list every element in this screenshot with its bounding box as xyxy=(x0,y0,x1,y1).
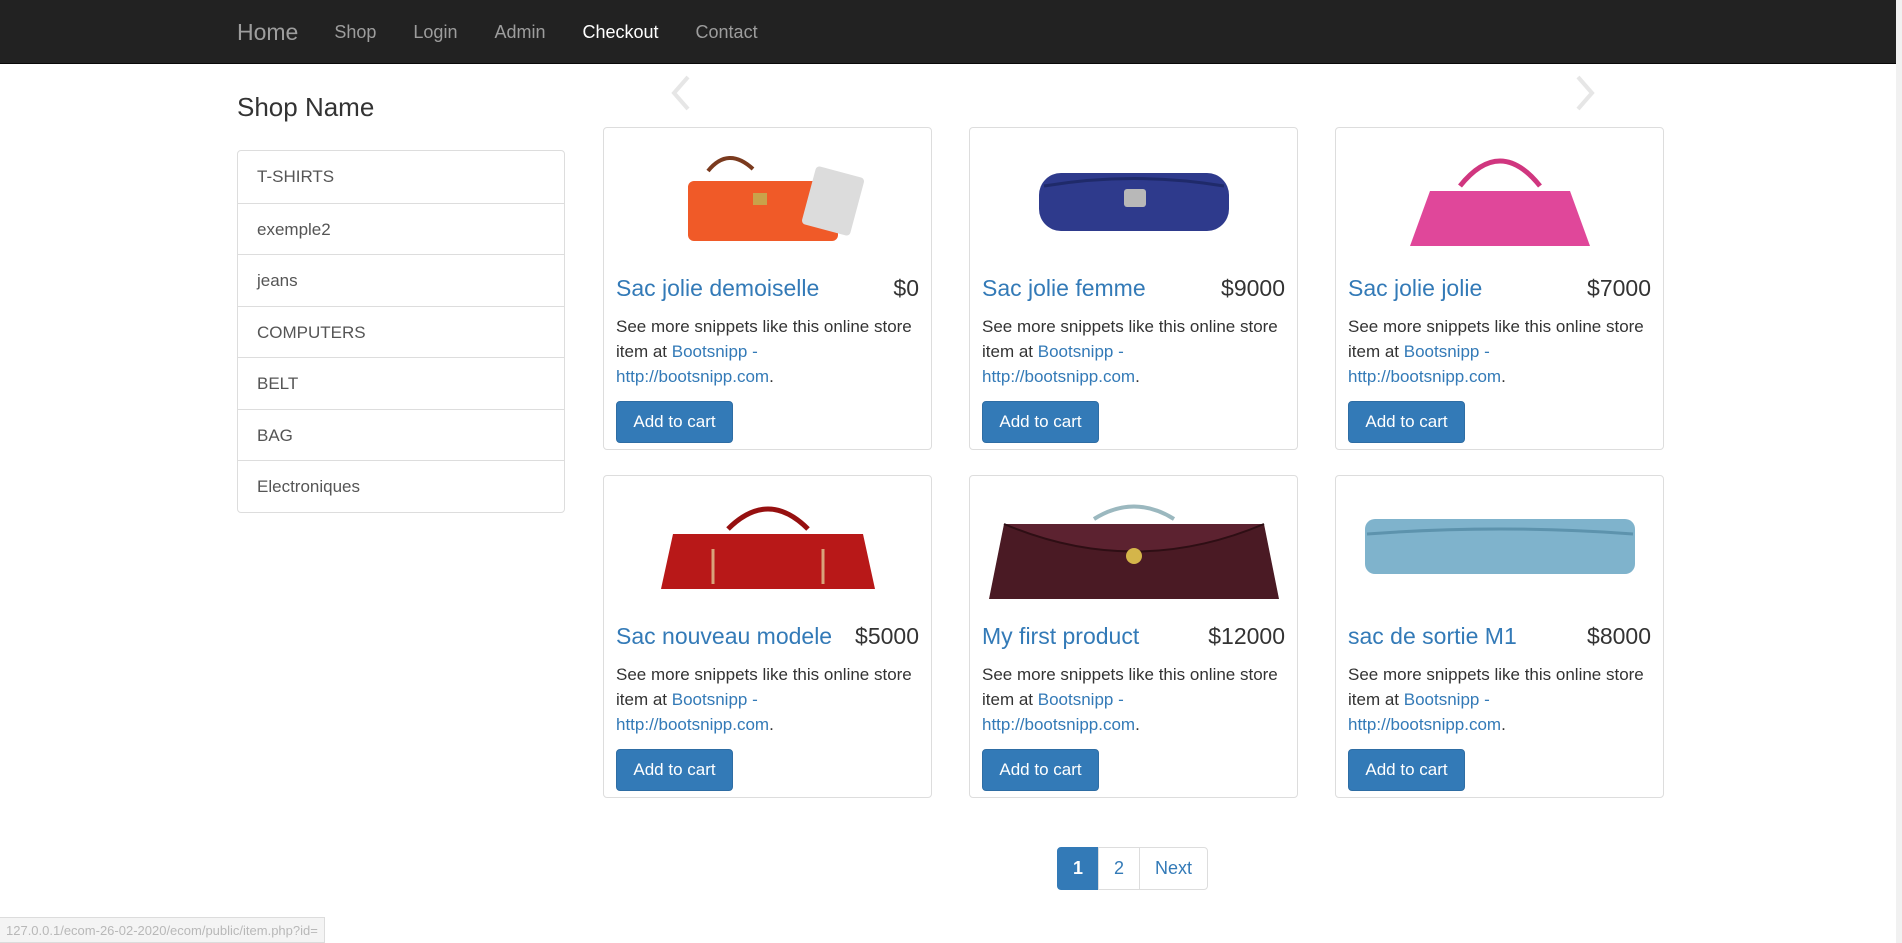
product-price: $9000 xyxy=(1221,275,1285,301)
navbar-menu: Home Shop Login Admin Checkout Contact xyxy=(237,0,795,64)
add-to-cart-button[interactable]: Add to cart xyxy=(982,401,1099,443)
add-to-cart-button[interactable]: Add to cart xyxy=(1348,749,1465,791)
category-item-tshirts[interactable]: T-SHIRTS xyxy=(238,151,564,203)
product-card: Sac nouveau modele $5000 See more snippe… xyxy=(603,475,932,798)
product-title-link[interactable]: sac de sortie M1 xyxy=(1348,623,1517,650)
carousel-prev-arrow-icon[interactable] xyxy=(666,74,694,112)
product-image[interactable] xyxy=(970,476,1297,611)
product-price: $5000 xyxy=(855,623,919,649)
product-title-link[interactable]: Sac jolie femme xyxy=(982,275,1146,302)
product-image[interactable] xyxy=(1336,128,1663,263)
category-item-bag[interactable]: BAG xyxy=(238,408,564,461)
product-title-link[interactable]: Sac jolie demoiselle xyxy=(616,275,819,302)
top-navbar: Home Shop Login Admin Checkout Contact xyxy=(0,0,1902,64)
product-description: See more snippets like this online store… xyxy=(982,665,1278,734)
page-1-button[interactable]: 1 xyxy=(1057,847,1100,890)
product-card: sac de sortie M1 $8000 See more snippets… xyxy=(1335,475,1664,798)
next-page-button[interactable]: Next xyxy=(1139,847,1209,890)
nav-link-contact[interactable]: Contact xyxy=(696,22,758,43)
nav-link-shop[interactable]: Shop xyxy=(334,22,376,43)
product-title-link[interactable]: Sac jolie jolie xyxy=(1348,275,1482,302)
category-item-belt[interactable]: BELT xyxy=(238,357,564,409)
product-image[interactable] xyxy=(970,128,1297,263)
product-description: See more snippets like this online store… xyxy=(982,317,1278,386)
nav-link-admin[interactable]: Admin xyxy=(494,22,545,43)
add-to-cart-button[interactable]: Add to cart xyxy=(616,749,733,791)
product-card: Sac jolie demoiselle $0 See more snippet… xyxy=(603,127,932,450)
vertical-scrollbar[interactable] xyxy=(1896,0,1902,943)
product-price: $12000 xyxy=(1208,623,1285,649)
shop-name-heading: Shop Name xyxy=(237,92,375,122)
product-description: See more snippets like this online store… xyxy=(1348,317,1644,386)
pagination: 1 2 Next xyxy=(1057,847,1209,890)
add-to-cart-button[interactable]: Add to cart xyxy=(1348,401,1465,443)
category-list: T-SHIRTS exemple2 jeans COMPUTERS BELT B… xyxy=(237,150,565,513)
browser-status-bar: 127.0.0.1/ecom-26-02-2020/ecom/public/it… xyxy=(0,917,325,943)
product-card: Sac jolie femme $9000 See more snippets … xyxy=(969,127,1298,450)
add-to-cart-button[interactable]: Add to cart xyxy=(616,401,733,443)
category-item-electroniques[interactable]: Electroniques xyxy=(238,460,564,512)
brand-home-link[interactable]: Home xyxy=(237,19,298,46)
product-description: See more snippets like this online store… xyxy=(1348,665,1644,734)
category-item-computers[interactable]: COMPUTERS xyxy=(238,305,564,358)
nav-link-login[interactable]: Login xyxy=(413,22,457,43)
product-description: See more snippets like this online store… xyxy=(616,665,912,734)
product-image[interactable] xyxy=(604,128,931,263)
nav-link-checkout[interactable]: Checkout xyxy=(582,22,658,43)
product-card: Sac jolie jolie $7000 See more snippets … xyxy=(1335,127,1664,450)
category-item-exemple2[interactable]: exemple2 xyxy=(238,202,564,255)
product-card: My first product $12000 See more snippet… xyxy=(969,475,1298,798)
product-image[interactable] xyxy=(1336,476,1663,611)
product-price: $0 xyxy=(893,275,919,301)
product-price: $8000 xyxy=(1587,623,1651,649)
category-item-jeans[interactable]: jeans xyxy=(238,254,564,306)
product-title-link[interactable]: My first product xyxy=(982,623,1139,650)
add-to-cart-button[interactable]: Add to cart xyxy=(982,749,1099,791)
product-image[interactable] xyxy=(604,476,931,611)
carousel-next-arrow-icon[interactable] xyxy=(1572,74,1600,112)
product-price: $7000 xyxy=(1587,275,1651,301)
product-title-link[interactable]: Sac nouveau modele xyxy=(616,623,832,650)
product-description: See more snippets like this online store… xyxy=(616,317,912,386)
page-2-button[interactable]: 2 xyxy=(1098,847,1141,890)
